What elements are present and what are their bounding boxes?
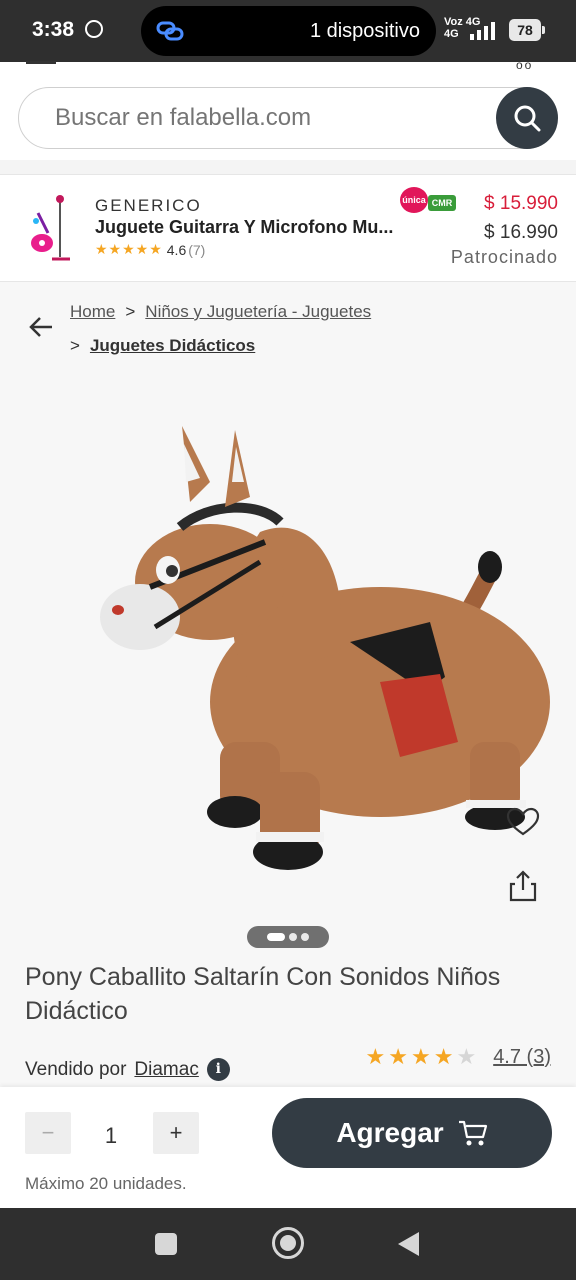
system-nav-bar [0, 1208, 576, 1280]
breadcrumb-line-2: > Juguetes Didácticos [70, 336, 255, 356]
product-title: Pony Caballito Saltarín Con Sonidos Niño… [25, 963, 501, 1025]
max-units-note: Máximo 20 unidades. [25, 1174, 187, 1193]
breadcrumb: Home > Niños y Juguetería - Juguetes > Jugu… [0, 282, 576, 382]
star-empty-icon: ★ [456, 1044, 480, 1069]
sponsored-label: Patrocinado [450, 247, 558, 267]
rating-stars: ★★★★★ [95, 241, 163, 257]
sponsored-price-cmr: $ 15.990 [484, 193, 558, 214]
breadcrumb-category-link[interactable]: Niños y Juguetería - Juguetes [145, 302, 371, 321]
home-icon[interactable] [272, 1227, 304, 1259]
heart-icon[interactable] [506, 807, 540, 837]
rating-value-link[interactable]: 4.7 (3) [493, 1046, 551, 1069]
add-to-cart-button[interactable]: Agregar [272, 1098, 552, 1168]
product-gallery[interactable] [0, 382, 576, 952]
add-to-cart-bar: − 1 + Máximo 20 unidades. Agregar [0, 1087, 576, 1208]
unica-badge: única [400, 187, 428, 213]
search-input[interactable] [55, 102, 475, 134]
search-icon [514, 105, 541, 132]
star-filled-icon: ★ [388, 1044, 411, 1069]
menu-icon[interactable] [26, 61, 56, 64]
quantity-decrease-button[interactable]: − [25, 1112, 71, 1154]
breadcrumb-separator: > [125, 302, 136, 321]
info-icon[interactable]: i [206, 1058, 230, 1081]
search-bar[interactable] [18, 87, 558, 149]
guitar-thumbnail [31, 195, 70, 261]
quantity-increase-button[interactable]: + [153, 1112, 199, 1154]
seller-link[interactable]: Diamac [134, 1059, 198, 1081]
star-filled-icon: ★ [365, 1044, 389, 1069]
share-icon[interactable] [509, 870, 537, 902]
product-rating[interactable]: ★★★★★ 4.7 (3) [366, 1044, 551, 1070]
sold-by-label: Vendido por [25, 1058, 127, 1080]
breadcrumb-home-link[interactable]: Home [70, 302, 115, 321]
carousel-dot[interactable] [289, 933, 297, 941]
device-pill[interactable]: 1 dispositivo [141, 6, 436, 56]
back-arrow-icon[interactable] [28, 316, 54, 338]
signal-icon [470, 22, 495, 40]
section-divider [0, 160, 576, 174]
link-icon [156, 21, 184, 41]
sponsored-review-count: (7) [188, 241, 206, 258]
breadcrumb-line-1: Home > Niños y Juguetería - Juguetes [70, 302, 371, 322]
quantity-value: 1 [104, 1123, 118, 1148]
carousel-dot[interactable] [267, 933, 285, 941]
sponsored-rating: ★★★★★ 4.6 (7) [95, 241, 205, 258]
device-count-text: 1 dispositivo [309, 20, 420, 42]
recents-icon[interactable] [155, 1233, 177, 1255]
breadcrumb-separator: > [70, 336, 80, 355]
sponsored-product-card[interactable]: GENERICO Juguete Guitarra Y Microfono Mu… [0, 174, 576, 282]
image-carousel-indicator[interactable] [247, 926, 329, 948]
star-filled-icon: ★ [410, 1044, 434, 1069]
search-button[interactable] [496, 87, 558, 149]
add-to-cart-label: Agregar [336, 1117, 444, 1148]
status-time: 3:38 [32, 18, 75, 41]
product-info: Pony Caballito Saltarín Con Sonidos Niño… [0, 952, 576, 1087]
status-bar: 3:38 1 dispositivo Voz 4G 4G 78 [0, 0, 576, 62]
sponsored-rating-value: 4.6 [166, 241, 187, 258]
cmr-badge: CMR [428, 195, 456, 211]
back-icon[interactable] [398, 1232, 419, 1256]
sponsored-brand: GENERICO [95, 196, 202, 215]
rating-stars: ★★★★★ [366, 1044, 480, 1070]
star-filled-icon: ★ [433, 1044, 457, 1069]
breadcrumb-subcategory-link[interactable]: Juguetes Didácticos [90, 336, 255, 355]
sponsored-title[interactable]: Juguete Guitarra Y Microfono Mu... [95, 217, 393, 238]
carousel-dot[interactable] [301, 933, 309, 941]
seller-info: Vendido por Diamac i [25, 1058, 230, 1081]
sponsored-price-normal: $ 16.990 [484, 222, 558, 243]
product-image[interactable] [80, 412, 550, 872]
site-header: oo [0, 58, 576, 160]
sync-icon [85, 20, 103, 38]
account-icon[interactable]: oo [516, 58, 533, 72]
cart-icon [458, 1120, 487, 1146]
battery-icon: 78 [509, 19, 545, 41]
